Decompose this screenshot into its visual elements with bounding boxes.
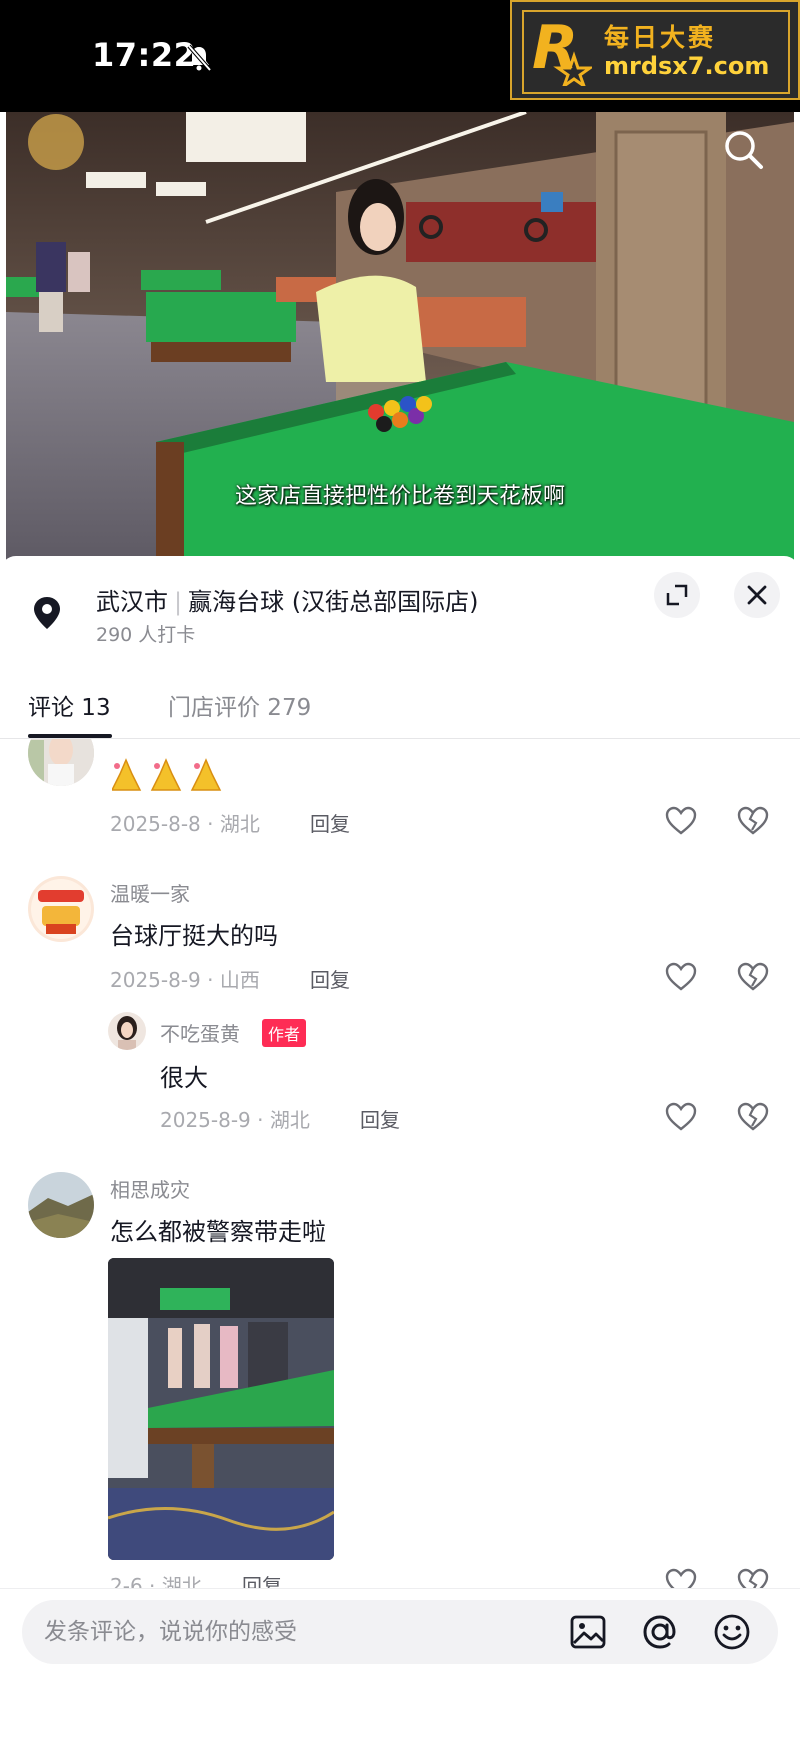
at-icon[interactable] [640,1612,680,1652]
praying-hands-icon [110,758,222,791]
comment-username[interactable]: 不吃蛋黄 [160,1018,240,1047]
broken-heart-icon[interactable] [736,1102,770,1132]
location-separator: | [174,588,183,616]
location-title[interactable]: 武汉市 | 赢海台球 (汉街总部国际店) [96,582,478,617]
avatar[interactable] [28,876,94,942]
watermark-logo-letter: R [532,16,578,83]
mute-bell-icon [187,44,212,72]
status-time: 17:22 [92,36,197,74]
watermark-url: mrdsx7.com [604,52,770,80]
tab-store-reviews[interactable]: 门店评价 279 [168,688,311,722]
heart-icon[interactable] [664,1568,698,1589]
comment-list[interactable]: 2025-8-8 · 湖北 回复 温暖一家 台球厅挺大的吗 2025-8-9 ·… [0,739,800,1589]
avatar[interactable] [28,1172,94,1238]
heart-icon[interactable] [664,806,698,836]
broken-heart-icon[interactable] [736,1568,770,1589]
tab-comments[interactable]: 评论 13 [28,688,111,722]
watermark-brand: 每日大赛 [604,23,717,52]
avatar[interactable] [28,739,94,786]
reply-button[interactable]: 回复 [242,1570,282,1589]
comment-username[interactable]: 温暖一家 [110,878,190,907]
comment-text: 台球厅挺大的吗 [110,922,278,950]
reply-button[interactable]: 回复 [310,964,350,993]
status-bar: 17:22 R 每日大赛 mrdsx7.com [0,0,800,112]
comment-meta: 2025-8-9 · 湖北 [160,1108,310,1132]
map-pin-icon [34,597,60,629]
comment-username[interactable]: 相思成灾 [110,1174,190,1203]
comment-meta: 2025-8-8 · 湖北 [110,812,260,836]
comment-text: 怎么都被警察带走啦 [110,1218,326,1246]
watermark-badge: R 每日大赛 mrdsx7.com [510,0,800,100]
broken-heart-icon[interactable] [736,806,770,836]
checkin-count: 290 人打卡 [96,624,196,646]
emoji-icon[interactable] [712,1612,752,1652]
heart-icon[interactable] [664,962,698,992]
comment-meta: 2-6 · 湖北 [110,1574,202,1589]
comment-emoji [110,756,222,796]
close-icon [747,585,767,605]
image-icon[interactable] [568,1612,608,1652]
close-button[interactable] [734,572,780,618]
broken-heart-icon[interactable] [736,962,770,992]
avatar[interactable] [108,1012,146,1050]
location-city: 武汉市 [96,588,168,616]
location-name: 赢海台球 (汉街总部国际店) [188,588,479,616]
reply-button[interactable]: 回复 [360,1104,400,1133]
comment-meta: 2025-8-9 · 山西 [110,968,260,992]
comment-text: 很大 [160,1064,208,1092]
expand-icon [666,584,688,606]
comment-image[interactable] [108,1258,334,1560]
search-icon[interactable] [722,128,764,170]
expand-button[interactable] [654,572,700,618]
reply-button[interactable]: 回复 [310,808,350,837]
video-subtitle: 这家店直接把性价比卷到天花板啊 [234,484,565,509]
comment-input[interactable] [44,1614,544,1650]
author-badge: 作者 [262,1019,307,1047]
heart-icon[interactable] [664,1102,698,1132]
watermark-logo: R [532,16,592,86]
